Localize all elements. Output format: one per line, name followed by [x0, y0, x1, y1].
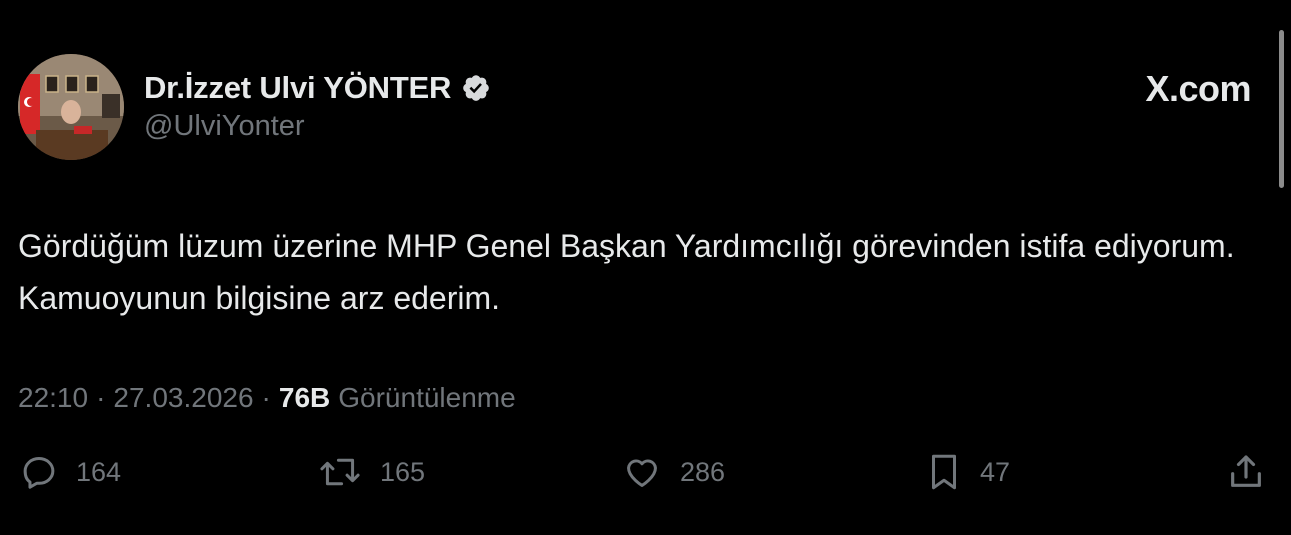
reply-count: 164	[76, 456, 122, 487]
views-count: 76B	[278, 382, 331, 413]
share-icon	[1226, 455, 1266, 496]
tweet-date[interactable]: 27.03.2026	[113, 382, 253, 414]
bookmark-count: 47	[980, 456, 1011, 487]
views-label: Görüntülenme	[338, 382, 516, 413]
profile-avatar[interactable]	[18, 54, 124, 160]
repost-button[interactable]: 165	[318, 450, 425, 494]
bookmark-button[interactable]: 47	[926, 450, 1010, 494]
meta-separator: ·	[96, 382, 106, 413]
like-icon	[622, 453, 662, 491]
scrollbar[interactable]	[1279, 30, 1284, 188]
tweet-time[interactable]: 22:10	[18, 382, 88, 414]
share-button[interactable]	[1226, 452, 1266, 497]
bookmark-icon	[926, 452, 962, 492]
repost-icon	[318, 453, 362, 491]
like-count: 286	[680, 456, 726, 487]
author-name-row: Dr.İzzet Ulvi YÖNTER	[144, 68, 491, 108]
tweet-text: Gördüğüm lüzum üzerine MHP Genel Başkan …	[18, 228, 1235, 316]
author-handle[interactable]: @UlviYonter	[144, 110, 305, 143]
like-button[interactable]: 286	[622, 450, 725, 494]
reply-button[interactable]: 164	[20, 450, 121, 494]
tweet-meta: 22:10 · 27.03.2026 · 76B Görüntülenme	[18, 378, 516, 418]
repost-count: 165	[380, 456, 426, 487]
author-display-name[interactable]: Dr.İzzet Ulvi YÖNTER	[144, 70, 451, 106]
brand-logo: X.com	[1145, 68, 1251, 109]
meta-separator: ·	[261, 382, 271, 413]
verified-badge-icon[interactable]	[461, 73, 491, 103]
reply-icon	[20, 453, 58, 491]
